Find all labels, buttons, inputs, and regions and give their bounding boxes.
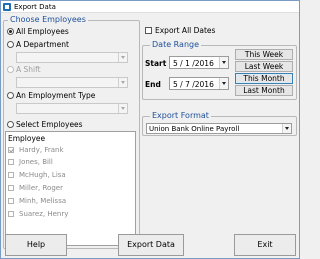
list-item[interactable]: Minh, Melissa bbox=[8, 197, 133, 206]
this-week-button-label: This Week bbox=[244, 50, 284, 59]
all-employees-label[interactable]: All Employees bbox=[16, 27, 69, 36]
last-month-button[interactable]: Last Month bbox=[235, 85, 293, 96]
employee-name: Minh, Melissa bbox=[19, 197, 67, 205]
chevron-down-icon bbox=[118, 104, 127, 113]
department-dropdown[interactable] bbox=[16, 52, 128, 63]
end-label: End bbox=[145, 80, 161, 89]
last-week-button-label: Last Week bbox=[244, 62, 284, 71]
window-title: Export Data bbox=[14, 3, 56, 11]
employee-list-header: Employee bbox=[8, 134, 46, 143]
choose-employees-label: Choose Employees bbox=[8, 15, 88, 24]
title-bar: Export Data bbox=[1, 1, 299, 13]
employee-name: Miller, Roger bbox=[19, 184, 63, 192]
employment-type-label[interactable]: An Employment Type bbox=[16, 91, 95, 100]
shift-label[interactable]: A Shift bbox=[16, 65, 41, 74]
list-item[interactable]: McHugh, Lisa bbox=[8, 171, 133, 180]
employee-checkbox[interactable] bbox=[8, 185, 14, 191]
start-date-value: 5 / 1 /2016 bbox=[173, 59, 214, 68]
end-date-value: 5 / 7 /2016 bbox=[173, 80, 214, 89]
chevron-down-icon bbox=[282, 124, 291, 133]
export-format-label: Export Format bbox=[150, 111, 211, 120]
select-employees-radio[interactable] bbox=[7, 121, 14, 128]
export-data-window: Export Data Choose Employees All Employe… bbox=[0, 0, 300, 259]
help-button[interactable]: Help bbox=[5, 234, 67, 256]
employee-checkbox[interactable] bbox=[8, 147, 14, 153]
list-item[interactable]: Miller, Roger bbox=[8, 184, 133, 193]
this-week-button[interactable]: This Week bbox=[235, 49, 293, 60]
employee-name: Jones, Bill bbox=[19, 158, 53, 166]
export-all-dates-label[interactable]: Export All Dates bbox=[155, 26, 215, 35]
list-item[interactable]: Jones, Bill bbox=[8, 158, 133, 167]
employee-checkbox[interactable] bbox=[8, 211, 14, 217]
shift-dropdown[interactable] bbox=[16, 77, 128, 88]
last-month-button-label: Last Month bbox=[243, 86, 285, 95]
export-data-button[interactable]: Export Data bbox=[118, 234, 184, 256]
exit-button[interactable]: Exit bbox=[234, 234, 296, 256]
employee-checkbox[interactable] bbox=[8, 159, 14, 165]
list-item[interactable]: Hardy, Frank bbox=[8, 146, 133, 155]
employment-type-radio[interactable] bbox=[7, 92, 14, 99]
all-employees-radio[interactable] bbox=[7, 28, 14, 35]
employee-name: McHugh, Lisa bbox=[19, 171, 66, 179]
employee-listbox[interactable]: Employee Hardy, Frank Jones, Bill McHugh… bbox=[5, 131, 136, 246]
date-range-label: Date Range bbox=[150, 40, 202, 49]
export-data-button-label: Export Data bbox=[127, 240, 175, 249]
export-format-value: Union Bank Online Payroll bbox=[149, 125, 240, 133]
select-employees-label[interactable]: Select Employees bbox=[16, 120, 83, 129]
employee-name: Hardy, Frank bbox=[19, 146, 64, 154]
chevron-down-icon bbox=[118, 53, 127, 62]
chevron-down-icon bbox=[118, 78, 127, 87]
start-label: Start bbox=[145, 59, 167, 68]
app-icon bbox=[3, 3, 11, 11]
employee-checkbox[interactable] bbox=[8, 198, 14, 204]
export-all-dates-checkbox[interactable] bbox=[145, 27, 152, 34]
employee-name: Suarez, Henry bbox=[19, 210, 69, 218]
list-item[interactable]: Suarez, Henry bbox=[8, 210, 133, 219]
exit-button-label: Exit bbox=[257, 240, 273, 249]
department-label[interactable]: A Department bbox=[16, 40, 69, 49]
this-month-button-label: This Month bbox=[243, 74, 285, 83]
this-month-button[interactable]: This Month bbox=[235, 73, 293, 84]
chevron-down-icon[interactable] bbox=[219, 57, 228, 68]
department-radio[interactable] bbox=[7, 41, 14, 48]
shift-radio[interactable] bbox=[7, 66, 14, 73]
help-button-label: Help bbox=[26, 240, 46, 249]
start-date-picker[interactable]: 5 / 1 /2016 bbox=[169, 56, 229, 69]
export-format-dropdown[interactable]: Union Bank Online Payroll bbox=[146, 123, 292, 134]
employee-checkbox[interactable] bbox=[8, 172, 14, 178]
employment-type-dropdown[interactable] bbox=[16, 103, 128, 114]
last-week-button[interactable]: Last Week bbox=[235, 61, 293, 72]
chevron-down-icon[interactable] bbox=[219, 78, 228, 89]
end-date-picker[interactable]: 5 / 7 /2016 bbox=[169, 77, 229, 90]
